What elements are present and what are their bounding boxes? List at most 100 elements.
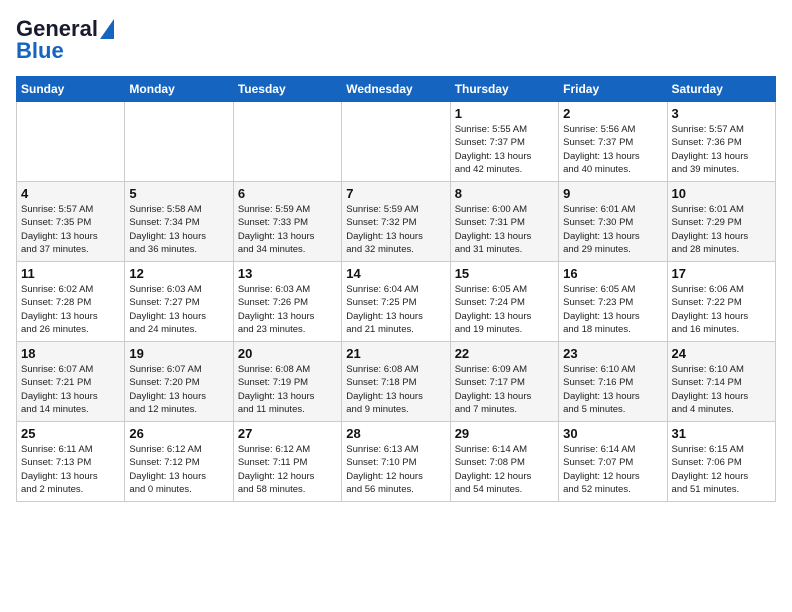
day-number: 7 — [346, 186, 445, 201]
calendar-table: SundayMondayTuesdayWednesdayThursdayFrid… — [16, 76, 776, 502]
day-info: Sunrise: 6:12 AM Sunset: 7:12 PM Dayligh… — [129, 443, 228, 496]
day-info: Sunrise: 6:01 AM Sunset: 7:30 PM Dayligh… — [563, 203, 662, 256]
day-number: 6 — [238, 186, 337, 201]
calendar-cell: 19Sunrise: 6:07 AM Sunset: 7:20 PM Dayli… — [125, 342, 233, 422]
calendar-cell: 25 Sunrise: 6:11 AM Sunset: 7:13 PM Dayli… — [17, 422, 125, 502]
day-info: Sunrise: 6:08 AM Sunset: 7:18 PM Dayligh… — [346, 363, 445, 416]
weekday-header: Thursday — [450, 77, 558, 102]
calendar-cell: 1Sunrise: 5:55 AM Sunset: 7:37 PM Daylig… — [450, 102, 558, 182]
calendar-cell — [125, 102, 233, 182]
calendar-cell: 12 Sunrise: 6:03 AM Sunset: 7:27 PM Dayli… — [125, 262, 233, 342]
day-number: 25 — [21, 426, 120, 441]
calendar-cell: 28Sunrise: 6:13 AM Sunset: 7:10 PM Dayli… — [342, 422, 450, 502]
day-number: 28 — [346, 426, 445, 441]
calendar-cell: 29 Sunrise: 6:14 AM Sunset: 7:08 PM Dayli… — [450, 422, 558, 502]
calendar-cell — [342, 102, 450, 182]
day-info: Sunrise: 6:09 AM Sunset: 7:17 PM Dayligh… — [455, 363, 554, 416]
calendar-cell: 2 Sunrise: 5:56 AM Sunset: 7:37 PM Daylig… — [559, 102, 667, 182]
calendar-cell: 5Sunrise: 5:58 AM Sunset: 7:34 PM Daylig… — [125, 182, 233, 262]
day-number: 1 — [455, 106, 554, 121]
calendar-cell: 18 Sunrise: 6:07 AM Sunset: 7:21 PM Dayli… — [17, 342, 125, 422]
day-number: 15 — [455, 266, 554, 281]
calendar-cell: 13 Sunrise: 6:03 AM Sunset: 7:26 PM Dayli… — [233, 262, 341, 342]
day-number: 29 — [455, 426, 554, 441]
day-info: Sunrise: 6:07 AM Sunset: 7:21 PM Dayligh… — [21, 363, 120, 416]
day-number: 5 — [129, 186, 228, 201]
day-number: 27 — [238, 426, 337, 441]
calendar-cell: 8 Sunrise: 6:00 AM Sunset: 7:31 PM Daylig… — [450, 182, 558, 262]
day-info: Sunrise: 6:03 AM Sunset: 7:27 PM Dayligh… — [129, 283, 228, 336]
day-info: Sunrise: 5:57 AM Sunset: 7:35 PM Dayligh… — [21, 203, 120, 256]
calendar-cell: 26 Sunrise: 6:12 AM Sunset: 7:12 PM Dayli… — [125, 422, 233, 502]
calendar-week-row: 25 Sunrise: 6:11 AM Sunset: 7:13 PM Dayli… — [17, 422, 776, 502]
calendar-cell: 16 Sunrise: 6:05 AM Sunset: 7:23 PM Dayli… — [559, 262, 667, 342]
day-number: 26 — [129, 426, 228, 441]
calendar-cell: 27 Sunrise: 6:12 AM Sunset: 7:11 PM Dayli… — [233, 422, 341, 502]
calendar-cell: 14 Sunrise: 6:04 AM Sunset: 7:25 PM Dayli… — [342, 262, 450, 342]
weekday-header: Friday — [559, 77, 667, 102]
day-number: 24 — [672, 346, 771, 361]
calendar-cell: 23Sunrise: 6:10 AM Sunset: 7:16 PM Dayli… — [559, 342, 667, 422]
day-info: Sunrise: 6:06 AM Sunset: 7:22 PM Dayligh… — [672, 283, 771, 336]
day-number: 3 — [672, 106, 771, 121]
calendar-cell: 20 Sunrise: 6:08 AM Sunset: 7:19 PM Dayli… — [233, 342, 341, 422]
logo-icon — [100, 19, 114, 39]
day-number: 30 — [563, 426, 662, 441]
logo-blue: Blue — [16, 38, 64, 64]
calendar-cell: 3 Sunrise: 5:57 AM Sunset: 7:36 PM Daylig… — [667, 102, 775, 182]
day-number: 20 — [238, 346, 337, 361]
day-info: Sunrise: 5:57 AM Sunset: 7:36 PM Dayligh… — [672, 123, 771, 176]
day-info: Sunrise: 6:05 AM Sunset: 7:24 PM Dayligh… — [455, 283, 554, 336]
calendar-header-row: SundayMondayTuesdayWednesdayThursdayFrid… — [17, 77, 776, 102]
weekday-header: Sunday — [17, 77, 125, 102]
page-header: General Blue — [16, 16, 776, 64]
calendar-cell: 9Sunrise: 6:01 AM Sunset: 7:30 PM Daylig… — [559, 182, 667, 262]
day-info: Sunrise: 6:11 AM Sunset: 7:13 PM Dayligh… — [21, 443, 120, 496]
day-info: Sunrise: 5:56 AM Sunset: 7:37 PM Dayligh… — [563, 123, 662, 176]
calendar-cell: 4 Sunrise: 5:57 AM Sunset: 7:35 PM Daylig… — [17, 182, 125, 262]
calendar-cell: 17 Sunrise: 6:06 AM Sunset: 7:22 PM Dayli… — [667, 262, 775, 342]
day-number: 13 — [238, 266, 337, 281]
weekday-header: Tuesday — [233, 77, 341, 102]
day-info: Sunrise: 6:02 AM Sunset: 7:28 PM Dayligh… — [21, 283, 120, 336]
day-info: Sunrise: 6:05 AM Sunset: 7:23 PM Dayligh… — [563, 283, 662, 336]
day-number: 8 — [455, 186, 554, 201]
day-number: 31 — [672, 426, 771, 441]
day-info: Sunrise: 6:08 AM Sunset: 7:19 PM Dayligh… — [238, 363, 337, 416]
weekday-header: Saturday — [667, 77, 775, 102]
calendar-body: 1Sunrise: 5:55 AM Sunset: 7:37 PM Daylig… — [17, 102, 776, 502]
day-number: 18 — [21, 346, 120, 361]
calendar-week-row: 1Sunrise: 5:55 AM Sunset: 7:37 PM Daylig… — [17, 102, 776, 182]
day-number: 23 — [563, 346, 662, 361]
day-number: 4 — [21, 186, 120, 201]
day-number: 22 — [455, 346, 554, 361]
calendar-cell: 30 Sunrise: 6:14 AM Sunset: 7:07 PM Dayli… — [559, 422, 667, 502]
day-info: Sunrise: 5:59 AM Sunset: 7:33 PM Dayligh… — [238, 203, 337, 256]
calendar-cell: 7 Sunrise: 5:59 AM Sunset: 7:32 PM Daylig… — [342, 182, 450, 262]
day-info: Sunrise: 6:00 AM Sunset: 7:31 PM Dayligh… — [455, 203, 554, 256]
calendar-cell — [17, 102, 125, 182]
calendar-week-row: 18 Sunrise: 6:07 AM Sunset: 7:21 PM Dayli… — [17, 342, 776, 422]
day-info: Sunrise: 6:15 AM Sunset: 7:06 PM Dayligh… — [672, 443, 771, 496]
day-number: 19 — [129, 346, 228, 361]
calendar-cell: 10Sunrise: 6:01 AM Sunset: 7:29 PM Dayli… — [667, 182, 775, 262]
day-info: Sunrise: 6:12 AM Sunset: 7:11 PM Dayligh… — [238, 443, 337, 496]
day-info: Sunrise: 6:14 AM Sunset: 7:08 PM Dayligh… — [455, 443, 554, 496]
day-number: 2 — [563, 106, 662, 121]
day-number: 11 — [21, 266, 120, 281]
calendar-cell — [233, 102, 341, 182]
calendar-week-row: 4 Sunrise: 5:57 AM Sunset: 7:35 PM Daylig… — [17, 182, 776, 262]
day-info: Sunrise: 6:03 AM Sunset: 7:26 PM Dayligh… — [238, 283, 337, 336]
day-info: Sunrise: 6:14 AM Sunset: 7:07 PM Dayligh… — [563, 443, 662, 496]
day-number: 17 — [672, 266, 771, 281]
calendar-cell: 6 Sunrise: 5:59 AM Sunset: 7:33 PM Daylig… — [233, 182, 341, 262]
calendar-cell: 22 Sunrise: 6:09 AM Sunset: 7:17 PM Dayli… — [450, 342, 558, 422]
day-info: Sunrise: 5:59 AM Sunset: 7:32 PM Dayligh… — [346, 203, 445, 256]
weekday-header: Wednesday — [342, 77, 450, 102]
day-info: Sunrise: 6:01 AM Sunset: 7:29 PM Dayligh… — [672, 203, 771, 256]
day-info: Sunrise: 6:04 AM Sunset: 7:25 PM Dayligh… — [346, 283, 445, 336]
day-number: 16 — [563, 266, 662, 281]
day-number: 12 — [129, 266, 228, 281]
day-number: 14 — [346, 266, 445, 281]
calendar-cell: 11 Sunrise: 6:02 AM Sunset: 7:28 PM Dayli… — [17, 262, 125, 342]
